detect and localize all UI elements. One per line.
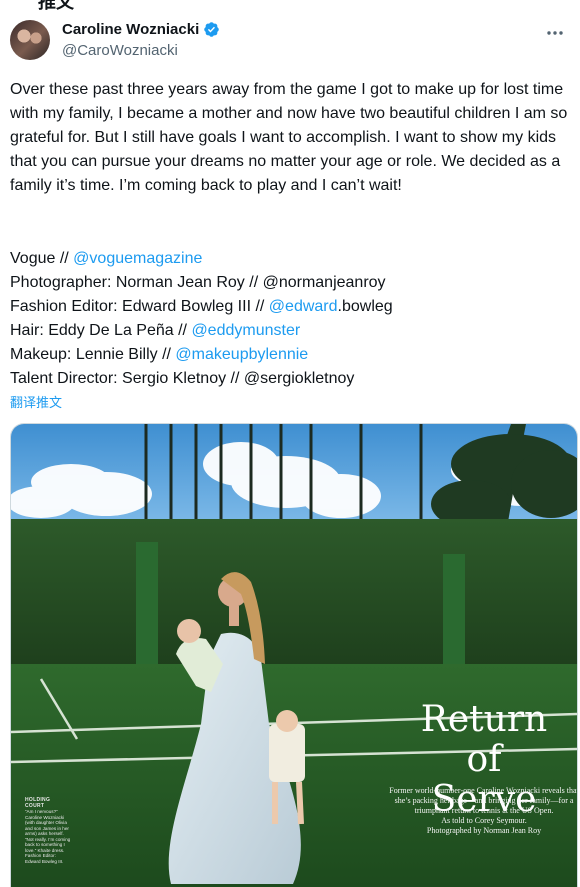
credit-line-photographer: Photographer: Norman Jean Roy // @norman… [10, 271, 570, 295]
translate-tweet-link[interactable]: 翻译推文 [10, 392, 62, 411]
as-told-credit: As told to Corey Seymour. [441, 816, 527, 825]
side-caption-text: “Am I nervous?” Caroline Wozniacki (with… [25, 809, 71, 864]
author-name[interactable]: Caroline Wozniacki [62, 21, 199, 38]
credit-label: Makeup: Lennie Billy // [10, 346, 176, 363]
tweet-header: Caroline Wozniacki @CaroWozniacki [10, 18, 570, 62]
credit-line-talent-director: Talent Director: Sergio Kletnoy // @serg… [10, 367, 570, 391]
avatar[interactable] [10, 20, 50, 60]
mention-link[interactable]: @makeupbylennie [175, 346, 308, 363]
mention-link[interactable]: @edward [269, 298, 338, 315]
tweet-body-text: Over these past three years away from th… [10, 81, 568, 194]
credit-label: Talent Director: Sergio Kletnoy // @serg… [10, 370, 355, 387]
mention-link[interactable]: @voguemagazine [73, 250, 202, 267]
subhead-text: Former world-number-one Caroline Wozniac… [389, 786, 578, 815]
photo-credit: Photographed by Norman Jean Roy [426, 826, 542, 835]
credit-label: Fashion Editor: Edward Bowleg III // [10, 298, 269, 315]
side-caption: HOLDING COURT “Am I nervous?” Caroline W… [25, 797, 71, 864]
magazine-subhead: Former world-number-one Caroline Wozniac… [389, 786, 578, 836]
tweet-credits: Vogue // @voguemagazine Photographer: No… [10, 247, 570, 391]
credit-suffix: .bowleg [337, 298, 393, 315]
cropped-top-text: 推文 [38, 0, 74, 12]
credit-label: Vogue // [10, 250, 74, 267]
tweet-media-image[interactable]: Return of Serve Former world-number-one … [10, 423, 578, 887]
credit-line-fashion-editor: Fashion Editor: Edward Bowleg III // @ed… [10, 295, 570, 319]
credit-label: Photographer: Norman Jean Roy // @norman… [10, 274, 386, 291]
side-caption-title: HOLDING COURT [25, 797, 51, 809]
credit-line-makeup: Makeup: Lennie Billy // @makeupbylennie [10, 343, 570, 367]
mention-link[interactable]: @eddymunster [191, 322, 300, 339]
credit-line-hair: Hair: Eddy De La Peña // @eddymunster [10, 319, 570, 343]
credit-label: Hair: Eddy De La Peña // [10, 322, 192, 339]
headline-line-1: Return of [420, 699, 548, 780]
credit-line-vogue: Vogue // @voguemagazine [10, 247, 570, 271]
verified-badge-icon [204, 22, 220, 37]
author-handle[interactable]: @CaroWozniacki [62, 42, 178, 59]
author-name-row[interactable]: Caroline Wozniacki [62, 21, 220, 38]
more-options-icon[interactable] [542, 20, 568, 46]
